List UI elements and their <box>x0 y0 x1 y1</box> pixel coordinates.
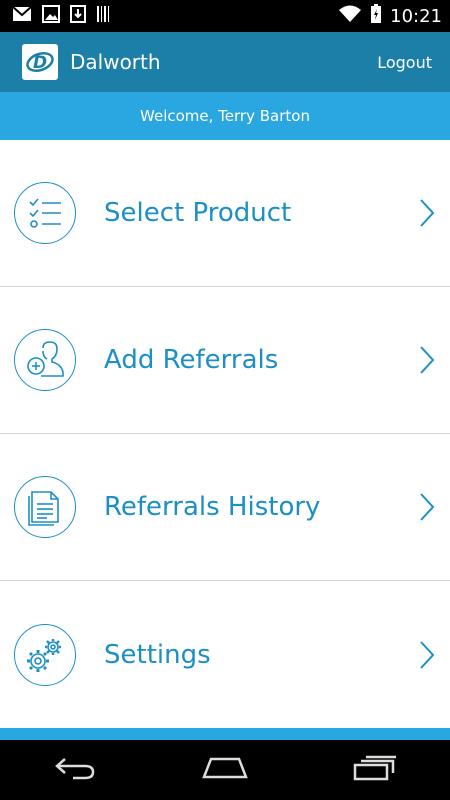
menu-item-select-product[interactable]: Select Product <box>0 140 450 287</box>
wifi-icon <box>338 5 362 27</box>
welcome-banner: Welcome, Terry Barton <box>0 92 450 140</box>
recent-apps-icon <box>352 755 398 785</box>
download-icon <box>70 5 86 27</box>
checklist-icon <box>14 182 76 244</box>
barcode-icon <box>96 5 110 27</box>
menu-item-settings[interactable]: Settings <box>0 581 450 728</box>
chevron-right-icon <box>416 197 438 229</box>
status-system: 10:21 <box>338 4 442 28</box>
image-icon <box>42 5 60 27</box>
menu-item-referrals-history[interactable]: Referrals History <box>0 434 450 581</box>
menu-item-label: Select Product <box>104 198 292 228</box>
menu-item-label: Settings <box>104 639 211 670</box>
navigation-bar <box>0 740 450 800</box>
status-notifications <box>12 5 110 27</box>
status-bar: 10:21 <box>0 0 450 32</box>
gmail-icon <box>12 6 32 26</box>
menu-item-label: Add Referrals <box>104 345 279 375</box>
status-time: 10:21 <box>390 5 442 27</box>
logout-button[interactable]: Logout <box>371 45 438 80</box>
menu-item-label: Referrals History <box>104 492 321 522</box>
app-title: Dalworth <box>70 50 161 74</box>
welcome-text: Welcome, Terry Barton <box>140 107 310 125</box>
app-bar: D Dalworth Logout <box>0 32 450 92</box>
document-icon <box>14 476 76 538</box>
bottom-accent-strip <box>0 728 450 740</box>
dalworth-logo: D <box>22 44 58 80</box>
back-icon <box>53 755 97 785</box>
svg-text:D: D <box>33 53 47 73</box>
chevron-right-icon <box>416 491 438 523</box>
back-button[interactable] <box>40 745 110 795</box>
battery-charging-icon <box>370 4 382 28</box>
add-user-icon <box>14 329 76 391</box>
gears-icon <box>14 623 76 686</box>
home-icon <box>201 756 249 784</box>
home-button[interactable] <box>190 745 260 795</box>
menu-item-add-referrals[interactable]: Add Referrals <box>0 287 450 434</box>
main-menu: Select Product Add Referrals Referrals H… <box>0 140 450 728</box>
chevron-right-icon <box>416 639 438 671</box>
chevron-right-icon <box>416 344 438 376</box>
recent-apps-button[interactable] <box>340 745 410 795</box>
